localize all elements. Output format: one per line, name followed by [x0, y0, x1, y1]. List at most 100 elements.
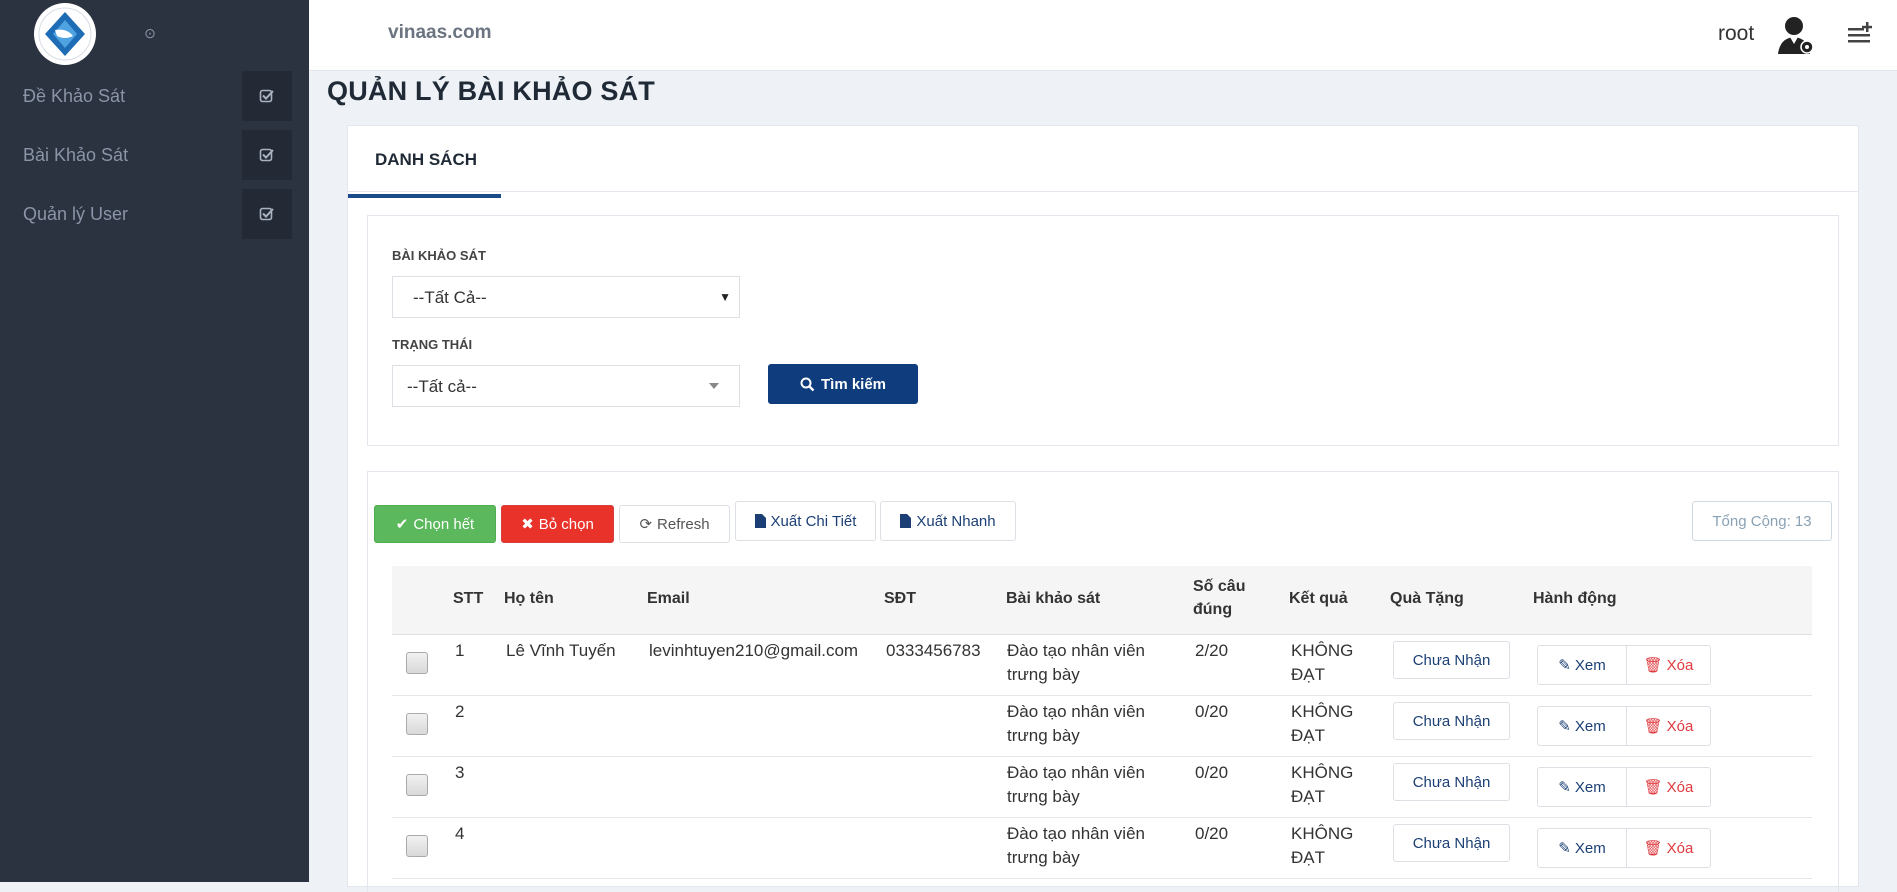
deselect-label: Bỏ chọn [538, 515, 594, 533]
table-row: 4 Đào tạo nhân viên trưng bày 0/20 KHÔNG… [392, 818, 1812, 879]
export-quick-button[interactable]: Xuất Nhanh [880, 501, 1016, 541]
delete-button[interactable]: 🗑 Xóa [1626, 828, 1711, 868]
survey-select-value: --Tất Cả-- [413, 288, 487, 307]
total-count-label: Tổng Cộng: 13 [1712, 512, 1812, 530]
delete-label: Xóa [1666, 839, 1694, 857]
cell-stt: 4 [455, 824, 465, 843]
table-header: STT Họ tên Email SĐT Bài khảo sát Số câu… [392, 566, 1812, 635]
table-row: 2 Đào tạo nhân viên trưng bày 0/20 KHÔNG… [392, 696, 1812, 757]
gift-status-button[interactable]: Chưa Nhận [1393, 824, 1510, 862]
cell-phone: 0333456783 [886, 641, 981, 660]
view-button[interactable]: ✎ Xem [1537, 706, 1627, 746]
view-button[interactable]: ✎ Xem [1537, 767, 1627, 807]
cell-result: KHÔNG [1291, 702, 1354, 721]
file-icon [754, 514, 766, 528]
row-checkbox[interactable] [406, 835, 428, 857]
survey-select[interactable]: --Tất Cả-- ▼ [392, 276, 740, 318]
sidebar-item-de-khao-sat[interactable]: Đề Khảo Sát [0, 71, 292, 121]
cell-result-line2: ĐẠT [1291, 726, 1325, 745]
user-name[interactable]: root [1718, 22, 1754, 46]
user-avatar-icon[interactable] [1776, 14, 1816, 56]
cell-result: KHÔNG [1291, 824, 1354, 843]
th-result: Kết quả [1289, 590, 1348, 607]
sidebar-item-bai-khao-sat[interactable]: Bài Khảo Sát [0, 130, 292, 180]
view-label: Xem [1574, 656, 1606, 674]
cell-stt: 2 [455, 702, 465, 721]
edit-icon: ✎ [1558, 657, 1571, 674]
cell-survey-line2: trưng bày [1007, 787, 1080, 806]
export-detail-button[interactable]: Xuất Chi Tiết [735, 501, 876, 541]
export-detail-label: Xuất Chi Tiết [770, 512, 857, 530]
table-row: 3 Đào tạo nhân viên trưng bày 0/20 KHÔNG… [392, 757, 1812, 818]
tab-danh-sach[interactable]: DANH SÁCH [348, 126, 501, 198]
select-all-label: Chọn hết [413, 515, 475, 533]
cell-score: 0/20 [1195, 702, 1229, 721]
sidebar-toggle-icon[interactable]: ⊙ [143, 26, 157, 40]
cell-survey-line2: trưng bày [1007, 848, 1080, 867]
brand-text[interactable]: vinaas.com [388, 22, 492, 44]
cell-result-line2: ĐẠT [1291, 665, 1325, 684]
view-label: Xem [1574, 717, 1606, 735]
cell-survey: Đào tạo nhân viên [1007, 824, 1145, 843]
survey-filter-label: BÀI KHẢO SÁT [392, 248, 486, 263]
caret-down-icon [709, 383, 719, 389]
delete-label: Xóa [1666, 656, 1694, 674]
trash-icon: 🗑 [1643, 779, 1663, 796]
cell-result-line2: ĐẠT [1291, 787, 1325, 806]
cell-survey-line2: trưng bày [1007, 665, 1080, 684]
check-icon: ✔ [395, 516, 409, 533]
gift-status-button[interactable]: Chưa Nhận [1393, 702, 1510, 740]
row-checkbox[interactable] [406, 652, 428, 674]
search-button[interactable]: Tìm kiếm [768, 364, 918, 404]
refresh-button[interactable]: ⟳ Refresh [619, 505, 730, 543]
cell-result-line2: ĐẠT [1291, 848, 1325, 867]
cell-survey: Đào tạo nhân viên [1007, 763, 1145, 782]
cell-survey: Đào tạo nhân viên [1007, 641, 1145, 660]
th-correct: Số câu [1193, 578, 1246, 595]
cell-stt: 1 [455, 641, 465, 660]
search-button-label: Tìm kiếm [820, 375, 887, 393]
delete-button[interactable]: 🗑 Xóa [1626, 767, 1711, 807]
tab-label: DANH SÁCH [375, 150, 477, 169]
trash-icon: 🗑 [1643, 657, 1663, 674]
view-label: Xem [1574, 839, 1606, 857]
th-phone: SĐT [884, 590, 916, 607]
status-select-value: --Tất cả-- [407, 377, 477, 396]
cell-score: 2/20 [1195, 641, 1229, 660]
th-action: Hành động [1533, 590, 1617, 607]
search-icon [800, 377, 815, 391]
list-add-icon[interactable] [1846, 20, 1874, 46]
sidebar-item-quan-ly-user[interactable]: Quản lý User [0, 189, 292, 239]
cell-survey-line2: trưng bày [1007, 726, 1080, 745]
cell-result: KHÔNG [1291, 641, 1354, 660]
th-survey: Bài khảo sát [1006, 590, 1101, 607]
filter-section: BÀI KHẢO SÁT --Tất Cả-- ▼ TRẠNG THÁI --T… [367, 215, 1839, 446]
export-quick-label: Xuất Nhanh [916, 512, 996, 530]
row-checkbox[interactable] [406, 774, 428, 796]
th-name: Họ tên [504, 590, 554, 607]
edit-icon: ✎ [1558, 718, 1571, 735]
th-correct-line2: đúng [1193, 601, 1233, 618]
delete-label: Xóa [1666, 717, 1694, 735]
delete-button[interactable]: 🗑 Xóa [1626, 645, 1711, 685]
trash-icon: 🗑 [1643, 718, 1663, 735]
deselect-button[interactable]: ✖ Bỏ chọn [501, 505, 614, 543]
table-row: 1 Lê Vĩnh Tuyến levinhtuyen210@gmail.com… [392, 635, 1812, 696]
status-select[interactable]: --Tất cả-- [392, 365, 740, 407]
delete-button[interactable]: 🗑 Xóa [1626, 706, 1711, 746]
content-panel: DANH SÁCH BÀI KHẢO SÁT --Tất Cả-- ▼ TRẠN… [347, 125, 1859, 892]
gift-status-button[interactable]: Chưa Nhận [1393, 763, 1510, 801]
logo[interactable] [34, 3, 96, 65]
cell-stt: 3 [455, 763, 465, 782]
check-square-icon [242, 189, 292, 239]
edit-icon: ✎ [1558, 840, 1571, 857]
total-count-badge: Tổng Cộng: 13 [1692, 501, 1832, 541]
gift-status-button[interactable]: Chưa Nhận [1393, 641, 1510, 679]
top-header: vinaas.com root [309, 0, 1897, 71]
view-button[interactable]: ✎ Xem [1537, 645, 1627, 685]
view-button[interactable]: ✎ Xem [1537, 828, 1627, 868]
trash-icon: 🗑 [1643, 840, 1663, 857]
select-all-button[interactable]: ✔ Chọn hết [374, 505, 496, 543]
file-icon [900, 514, 912, 528]
row-checkbox[interactable] [406, 713, 428, 735]
